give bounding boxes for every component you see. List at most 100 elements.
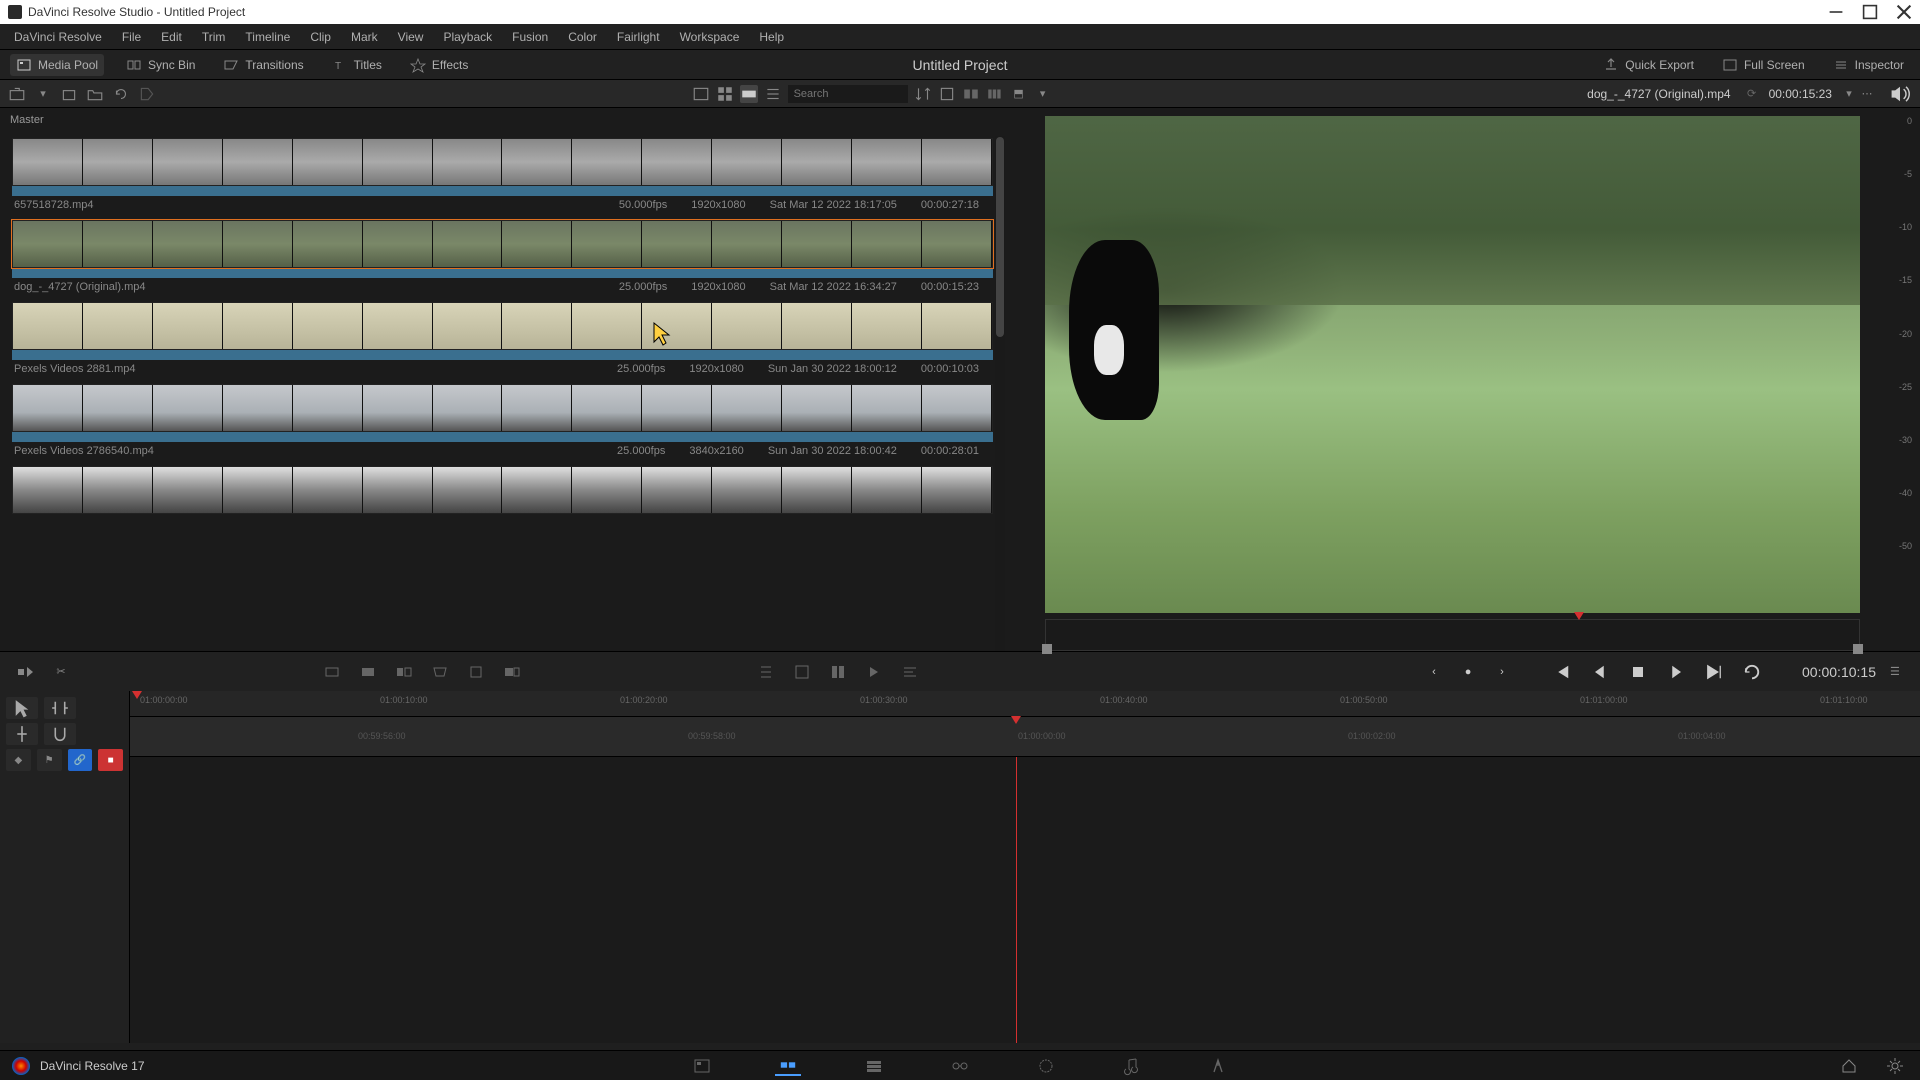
home-button[interactable] xyxy=(1836,1056,1862,1076)
tools-1-icon[interactable] xyxy=(757,663,775,681)
grid2-icon[interactable] xyxy=(962,85,980,103)
sync-bin-button[interactable]: Sync Bin xyxy=(120,54,201,76)
media-pool-button[interactable]: Media Pool xyxy=(10,54,104,76)
menu-color[interactable]: Color xyxy=(560,26,605,48)
view-list-icon[interactable] xyxy=(764,85,782,103)
fusion-page-tab[interactable] xyxy=(947,1056,973,1076)
scissors-icon[interactable]: ✂ xyxy=(52,663,70,681)
playhead-marker[interactable] xyxy=(1574,612,1584,620)
insert-icon[interactable] xyxy=(323,663,341,681)
viewer-display[interactable] xyxy=(1045,116,1860,613)
out-point-handle[interactable] xyxy=(1853,644,1863,654)
menu-edit[interactable]: Edit xyxy=(153,26,190,48)
scrollbar-thumb[interactable] xyxy=(996,137,1004,337)
clip-item[interactable] xyxy=(12,466,993,514)
tc-options-icon[interactable]: ☰ xyxy=(1886,663,1904,681)
deliver-page-tab[interactable] xyxy=(1205,1056,1231,1076)
sync-icon[interactable]: ⟳ xyxy=(1743,85,1761,103)
clip-filmstrip[interactable] xyxy=(12,138,993,186)
ruler-zoomed-playhead[interactable] xyxy=(1011,716,1021,724)
clip-item[interactable]: dog_-_4727 (Original).mp4 25.000fps 1920… xyxy=(12,220,993,296)
clip-filmstrip[interactable] xyxy=(12,220,993,268)
tool-trim[interactable] xyxy=(44,697,76,719)
inspector-button[interactable]: Inspector xyxy=(1827,54,1910,76)
transitions-button[interactable]: Transitions xyxy=(217,54,309,76)
tool-blade[interactable] xyxy=(6,723,38,745)
viewer-scrubber[interactable] xyxy=(1045,619,1860,651)
tool-link[interactable]: 🔗 xyxy=(68,749,93,771)
transport-timecode[interactable]: 00:00:10:15 xyxy=(1802,664,1876,680)
quick-export-button[interactable]: Quick Export xyxy=(1597,54,1700,76)
prev-clip-icon[interactable]: ‹ xyxy=(1424,662,1444,682)
folder-icon[interactable] xyxy=(86,85,104,103)
stop-button[interactable] xyxy=(1628,662,1648,682)
menu-file[interactable]: File xyxy=(114,26,149,48)
menu-fusion[interactable]: Fusion xyxy=(504,26,556,48)
go-end-button[interactable] xyxy=(1704,662,1724,682)
timeline-playhead[interactable] xyxy=(1016,757,1017,1043)
tool-snap[interactable] xyxy=(44,723,76,745)
menu-playback[interactable]: Playback xyxy=(435,26,500,48)
menu-mark[interactable]: Mark xyxy=(343,26,386,48)
sort-icon[interactable] xyxy=(914,85,932,103)
tools-4-icon[interactable] xyxy=(865,663,883,681)
menu-trim[interactable]: Trim xyxy=(194,26,234,48)
tools-3-icon[interactable] xyxy=(829,663,847,681)
play-button[interactable] xyxy=(1666,662,1686,682)
clip-filmstrip[interactable] xyxy=(12,466,993,514)
maximize-button[interactable] xyxy=(1862,4,1878,20)
refresh-icon[interactable] xyxy=(112,85,130,103)
close-button[interactable] xyxy=(1896,4,1912,20)
settings-button[interactable] xyxy=(1882,1056,1908,1076)
next-clip-icon[interactable]: › xyxy=(1492,662,1512,682)
tc-dropdown-icon[interactable]: ▾ xyxy=(1840,85,1858,103)
menu-help[interactable]: Help xyxy=(751,26,792,48)
in-point-handle[interactable] xyxy=(1042,644,1052,654)
go-start-button[interactable] xyxy=(1552,662,1572,682)
tool-flag[interactable]: ⚑ xyxy=(37,749,62,771)
master-bin-label[interactable]: Master xyxy=(0,108,1005,132)
chevron-down-icon[interactable]: ▾ xyxy=(34,85,52,103)
menu-workspace[interactable]: Workspace xyxy=(672,26,748,48)
speaker-icon[interactable] xyxy=(1888,82,1912,106)
dropdown-icon[interactable]: ▾ xyxy=(1034,85,1052,103)
edit-page-tab[interactable] xyxy=(861,1056,887,1076)
clip-item[interactable]: Pexels Videos 2786540.mp4 25.000fps 3840… xyxy=(12,384,993,460)
append-icon[interactable] xyxy=(503,663,521,681)
cut-page-tab[interactable] xyxy=(775,1056,801,1076)
view-thumb-icon[interactable] xyxy=(692,85,710,103)
loop-button[interactable] xyxy=(1742,662,1762,682)
titles-button[interactable]: T Titles xyxy=(326,54,388,76)
clip-item[interactable]: Pexels Videos 2881.mp4 25.000fps 1920x10… xyxy=(12,302,993,378)
effects-button[interactable]: Effects xyxy=(404,54,474,76)
import-icon[interactable] xyxy=(8,85,26,103)
media-scrollbar[interactable] xyxy=(995,136,1005,651)
menu-davinci-resolve[interactable]: DaVinci Resolve xyxy=(6,26,110,48)
menu-view[interactable]: View xyxy=(390,26,432,48)
tools-5-icon[interactable] xyxy=(901,663,919,681)
clip-item[interactable]: 657518728.mp4 50.000fps 1920x1080 Sat Ma… xyxy=(12,138,993,214)
tag-icon[interactable] xyxy=(138,85,156,103)
full-screen-button[interactable]: Full Screen xyxy=(1716,54,1811,76)
view-grid-icon[interactable] xyxy=(716,85,734,103)
tools-2-icon[interactable] xyxy=(793,663,811,681)
timeline-ruler-top[interactable]: 01:00:00:00 01:00:10:00 01:00:20:00 01:0… xyxy=(130,691,1920,717)
timeline-ruler-zoomed[interactable]: 00:59:56:00 00:59:58:00 01:00:00:00 01:0… xyxy=(130,717,1920,757)
timeline-tracks[interactable]: 01:00:00:00 01:00:10:00 01:00:20:00 01:0… xyxy=(130,691,1920,1043)
menu-clip[interactable]: Clip xyxy=(302,26,339,48)
overwrite-icon[interactable] xyxy=(359,663,377,681)
menu-fairlight[interactable]: Fairlight xyxy=(609,26,668,48)
replace-icon[interactable] xyxy=(395,663,413,681)
grid3-icon[interactable] xyxy=(986,85,1004,103)
menu-timeline[interactable]: Timeline xyxy=(237,26,298,48)
clip-filmstrip[interactable] xyxy=(12,302,993,350)
timeline-track-area[interactable] xyxy=(130,757,1920,1043)
options-icon[interactable]: ⋯ xyxy=(1858,85,1876,103)
search-input[interactable] xyxy=(788,85,908,103)
color-page-tab[interactable] xyxy=(1033,1056,1059,1076)
tool-lock[interactable]: ■ xyxy=(98,749,123,771)
crop-icon[interactable] xyxy=(938,85,956,103)
marker-icon[interactable]: ⬒ xyxy=(1010,85,1028,103)
smart-insert-icon[interactable] xyxy=(16,663,34,681)
fit-icon[interactable] xyxy=(431,663,449,681)
